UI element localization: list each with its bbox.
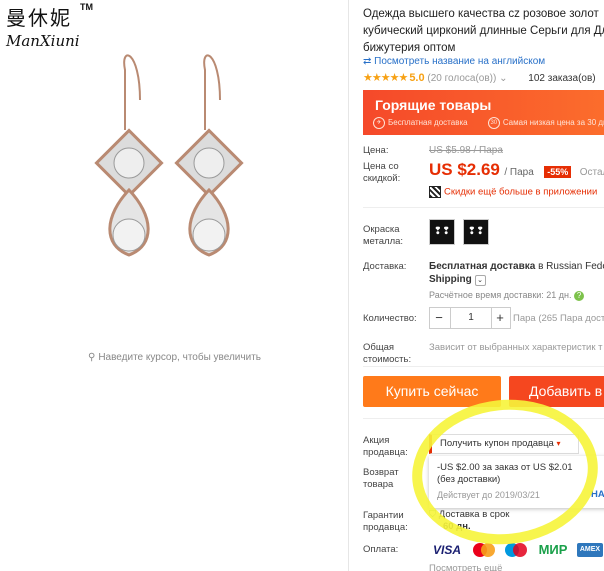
hot-deals-banner: Горящие товары ✈ Бесплатная доставка 30 Са… <box>363 90 604 135</box>
mir-icon: МИР <box>535 543 571 557</box>
divider <box>363 207 604 208</box>
price-label: Цена: <box>363 145 389 156</box>
amex-icon: AMEX <box>577 543 603 557</box>
divider <box>363 366 604 367</box>
hot-deals-badges: ✈ Бесплатная доставка 30 Самая низкая цена… <box>373 117 604 129</box>
translate-icon: ⇄ <box>363 56 372 67</box>
delivery-time: Расчётное время доставки: 21 дн. ? <box>429 290 585 301</box>
remaining-time: Остал <box>579 167 604 178</box>
discount-price-label: Цена со скидкой: <box>363 161 401 184</box>
product-image[interactable] <box>80 40 280 280</box>
shipping-carrier[interactable]: Shipping ⌄ <box>429 273 486 287</box>
color-option-2[interactable]: ❢❢ <box>463 219 489 245</box>
earring-thumb-icon: ❢❢ <box>433 226 451 237</box>
quantity-label: Количество: <box>363 313 417 324</box>
total-label: Общая стоимость: <box>363 342 412 365</box>
rating-row: ★★★★★ 5.0 (20 голоса(ов)) ⌄ 102 заказа(ов… <box>363 71 596 84</box>
truck-icon: ✈ <box>373 117 385 129</box>
color-label: Окраска металла: <box>363 224 404 247</box>
brand-logo-cn: 曼休妮 <box>6 6 72 30</box>
visa-icon: VISA <box>429 543 465 557</box>
product-title: Одежда высшего качества cz розовое золот… <box>363 8 604 54</box>
badge-30-icon: 30 <box>487 117 500 129</box>
orders-count: 102 заказа(ов) <box>528 73 596 84</box>
maestro-icon <box>503 543 529 557</box>
rating-score: 5.0 <box>409 72 425 84</box>
returns-label: Возврат товара <box>363 467 399 490</box>
mastercard-icon <box>471 543 497 557</box>
brand-trademark: TM <box>80 2 93 12</box>
zoom-hint: ⚲ Наведите курсор, чтобы увеличить <box>88 352 261 363</box>
shipping-label: Доставка: <box>363 261 407 272</box>
quantity-decrease-button[interactable]: − <box>430 308 448 328</box>
total-value: Зависит от выбранных характеристик т <box>429 342 603 353</box>
available-stock: Пара (265 Пара доступ <box>513 313 604 324</box>
quantity-stepper: − 1 + <box>429 307 511 329</box>
payment-label: Оплата: <box>363 544 399 555</box>
guarantee-label: Гарантии продавца: <box>363 510 408 533</box>
product-gallery: 曼休妮 TM ManXiuni ⚲ Наведите курсор, чтобы … <box>0 0 348 571</box>
star-rating-icon: ★★★★★ <box>363 72 408 84</box>
shipping-method[interactable]: Бесплатная доставка в Russian Federa <box>429 260 604 274</box>
current-price-row: US $2.69 / Пара -55% Остал <box>429 160 604 180</box>
promo-label: Акция продавца: <box>363 435 408 458</box>
hot-deals-title: Горящие товары <box>375 97 492 113</box>
help-icon[interactable]: ? <box>574 290 585 301</box>
chevron-down-icon[interactable]: ⌄ <box>474 275 486 286</box>
votes-link[interactable]: (20 голоса(ов)) <box>427 73 496 84</box>
magnifier-icon: ⚲ <box>88 352 96 363</box>
translate-link[interactable]: ⇄ Посмотреть название на английском <box>363 56 545 67</box>
qr-code-icon <box>429 186 441 198</box>
payment-more-link[interactable]: Посмотреть ещё <box>429 563 502 571</box>
current-price: US $2.69 <box>429 160 500 179</box>
color-option-1[interactable]: ❢❢ <box>429 219 455 245</box>
quantity-input[interactable]: 1 <box>450 308 492 328</box>
chevron-down-icon[interactable]: ⌄ <box>499 73 507 84</box>
discount-badge: -55% <box>544 166 572 178</box>
earring-thumb-icon: ❢❢ <box>467 226 485 237</box>
old-price: US $5.98 / Пара <box>429 145 503 156</box>
brand-logo-latin: ManXiuni <box>6 32 80 50</box>
app-deal-link[interactable]: Скидки ещё больше в приложении <box>429 186 597 198</box>
quantity-increase-button[interactable]: + <box>491 308 509 328</box>
